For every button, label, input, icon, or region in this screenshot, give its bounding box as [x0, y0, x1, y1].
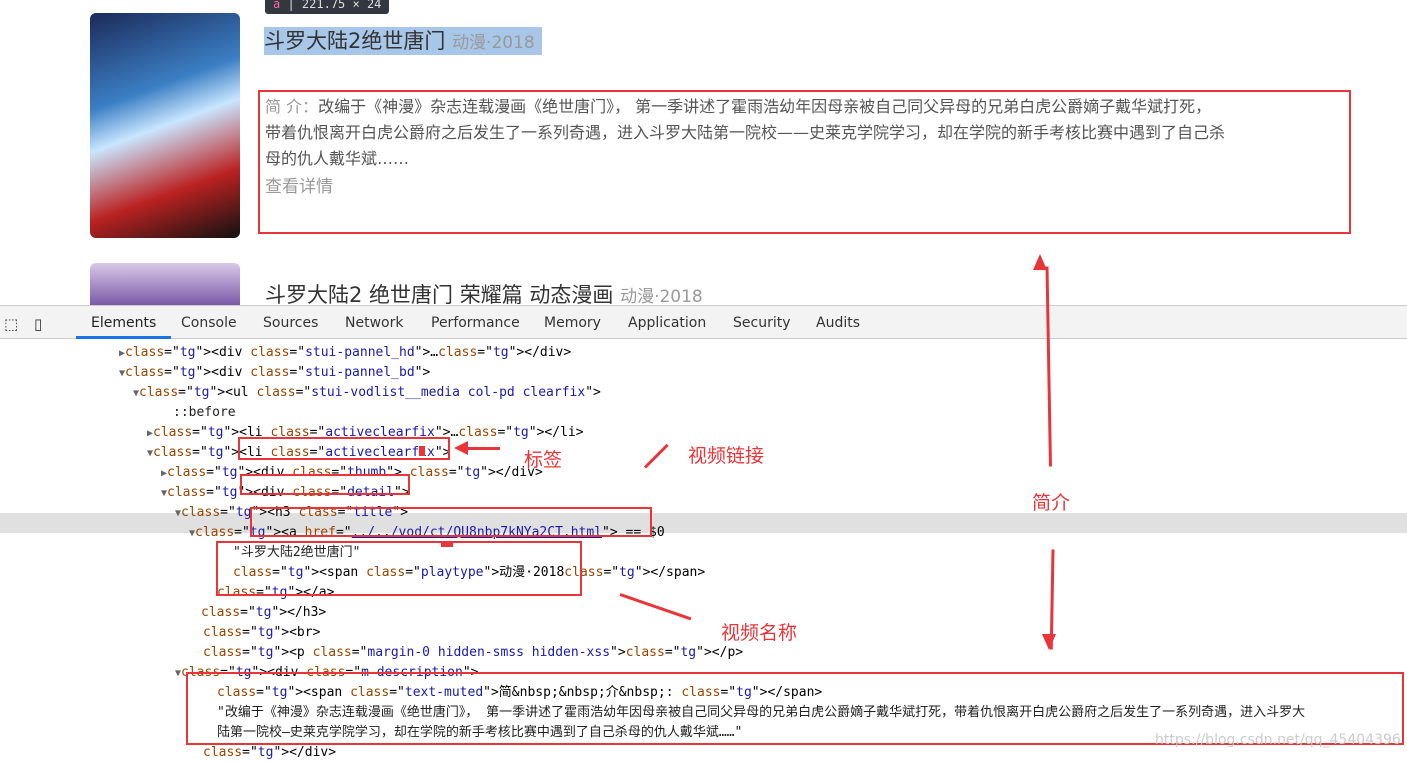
dom-node-text: class="tg"><p class="margin-0 hidden-sms…	[203, 645, 744, 660]
tab-audits[interactable]: Audits	[816, 315, 860, 331]
tab-performance[interactable]: Performance	[431, 315, 520, 331]
video-title-link[interactable]: 斗罗大陆2绝世唐门 动漫·2018	[264, 27, 542, 55]
annotation-box-name	[216, 541, 582, 596]
dom-node[interactable]: ▶class="tg"><div class="stui-pannel_hd">…	[119, 343, 571, 363]
annotation-box-intro-preview	[258, 90, 1351, 234]
annotation-name: 视频名称	[721, 622, 798, 644]
dom-node-text: class="tg"><br>	[203, 625, 321, 640]
dom-node[interactable]: class="tg"><br>	[203, 623, 320, 643]
dom-node[interactable]: class="tg"><p class="margin-0 hidden-sms…	[203, 643, 743, 663]
arrow-head-icon	[454, 441, 468, 455]
dom-node[interactable]: ▼class="tg"><ul class="stui-vodlist__med…	[133, 383, 601, 403]
tab-network[interactable]: Network	[345, 315, 403, 331]
dom-node-text: ::before	[173, 405, 236, 420]
dom-node[interactable]: ▼class="tg"><div class="stui-pannel_bd">	[119, 363, 430, 383]
dom-node[interactable]: class="tg"></h3>	[201, 603, 326, 623]
dom-node[interactable]: ::before	[173, 403, 236, 423]
devtools-tabbar: ⬚ ▯ Elements Console Sources Network Per…	[0, 305, 1407, 339]
watermark: https://blog.csdn.net/qq_45404396	[1155, 732, 1401, 748]
arrow-icon	[619, 593, 692, 621]
poster-image-2[interactable]	[90, 263, 240, 305]
dom-node[interactable]: class="tg"></div>	[203, 743, 336, 763]
tab-application[interactable]: Application	[628, 315, 706, 331]
tab-elements[interactable]: Elements	[91, 315, 156, 331]
inspect-icon[interactable]: ⬚	[4, 315, 18, 333]
tab-console[interactable]: Console	[181, 315, 237, 331]
tab-memory[interactable]: Memory	[544, 315, 601, 331]
arrow-icon	[643, 443, 669, 469]
dom-node-text: class="tg"><div class="stui-pannel_bd">	[125, 365, 431, 380]
annotation-tag: 标签	[524, 449, 563, 471]
tab-security[interactable]: Security	[733, 315, 791, 331]
dom-node-text: class="tg"></h3>	[201, 605, 327, 620]
arrow-head-icon	[1042, 634, 1056, 650]
dom-node-text: class="tg"><ul class="stui-vodlist__medi…	[139, 385, 601, 400]
annotation-box-detail	[240, 474, 410, 495]
annotation-link: 视频链接	[688, 445, 765, 467]
dom-node-text: class="tg"><div class="stui-pannel_hd">……	[125, 345, 572, 360]
arrow-head-icon	[1033, 254, 1047, 270]
tab-sources[interactable]: Sources	[263, 315, 318, 331]
device-toolbar-icon[interactable]: ▯	[34, 315, 42, 333]
poster-image[interactable]	[90, 13, 240, 238]
annotation-box-link	[250, 507, 652, 537]
arrow-icon	[1045, 266, 1052, 467]
inspector-tooltip: a | 221.75 × 24	[265, 0, 390, 14]
annotation-intro: 简介	[1032, 492, 1071, 514]
